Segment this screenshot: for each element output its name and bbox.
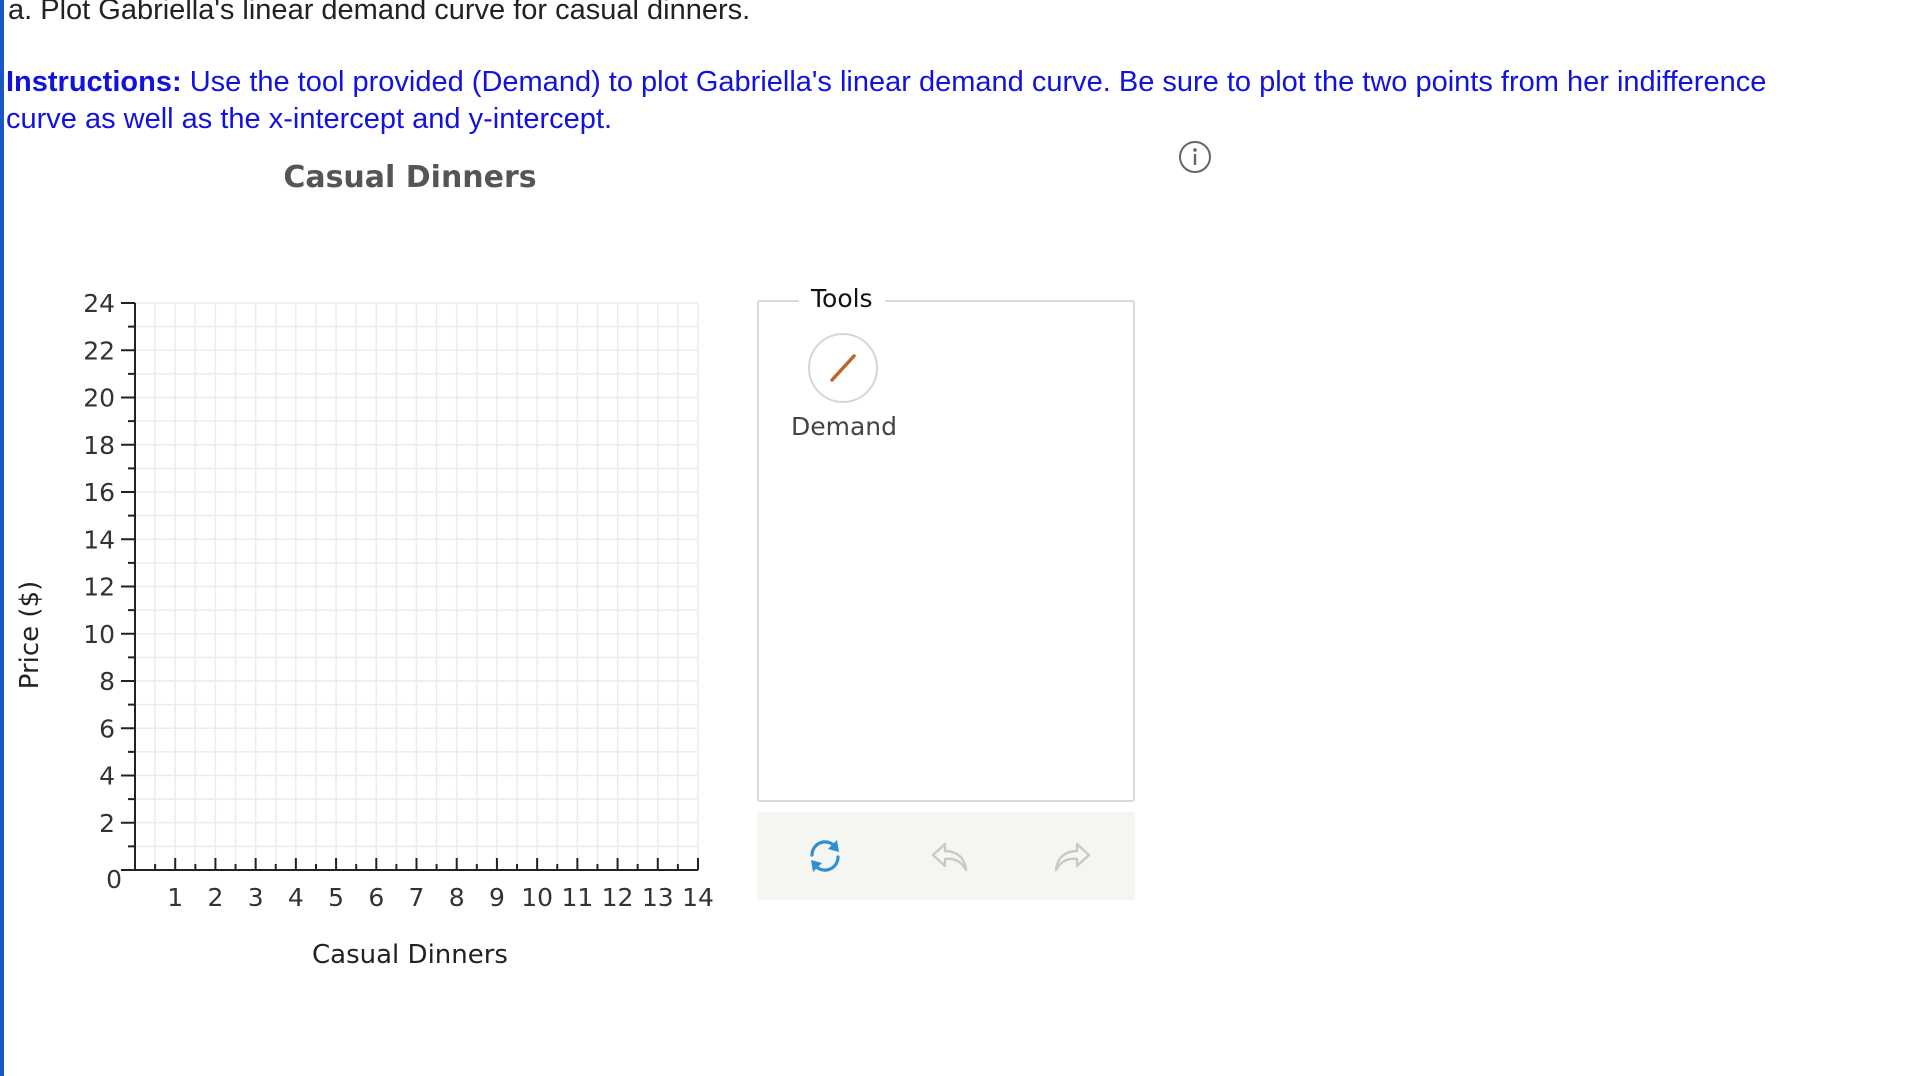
y-axis-label: Price ($) <box>15 580 45 690</box>
y-tick-label: 0 <box>106 865 122 894</box>
question-text: a. Plot Gabriella's linear demand curve … <box>8 0 751 26</box>
x-tick-label: 2 <box>207 883 223 910</box>
y-axis-label-box: Price ($) <box>10 580 50 700</box>
demand-tool-label: Demand <box>790 412 898 441</box>
y-tick-label: 14 <box>83 525 115 554</box>
y-tick-label: 6 <box>99 714 115 743</box>
instructions: Instructions: Use the tool provided (Dem… <box>6 64 1796 138</box>
x-tick-label: 11 <box>561 883 593 910</box>
y-tick-label: 24 <box>83 289 115 318</box>
x-axis-label: Casual Dinners <box>312 940 508 970</box>
y-tick-label: 20 <box>83 384 115 413</box>
instructions-text: Use the tool provided (Demand) to plot G… <box>6 66 1767 135</box>
x-tick-label: 5 <box>328 883 344 910</box>
reset-button[interactable] <box>801 832 849 880</box>
y-tick-label: 12 <box>83 573 115 602</box>
refresh-icon <box>810 840 840 872</box>
y-tick-label: 10 <box>83 620 115 649</box>
x-tick-label: 8 <box>449 883 465 910</box>
x-tick-label: 14 <box>682 883 714 910</box>
instructions-label: Instructions: <box>6 66 182 98</box>
y-tick-label: 22 <box>83 336 115 365</box>
undo-icon <box>931 842 968 872</box>
y-tick-label: 4 <box>99 762 115 791</box>
y-tick-label: 2 <box>99 809 115 838</box>
x-tick-label: 13 <box>642 883 674 910</box>
tools-legend: Tools <box>799 284 885 313</box>
x-tick-label: 10 <box>521 883 553 910</box>
tools-panel: Tools Demand <box>757 284 1135 802</box>
redo-button[interactable] <box>1049 832 1097 880</box>
y-tick-label: 8 <box>99 667 115 696</box>
y-tick-label: 18 <box>83 431 115 460</box>
action-bar <box>757 812 1135 900</box>
undo-button[interactable] <box>925 832 973 880</box>
x-tick-label: 1 <box>167 883 183 910</box>
x-tick-label: 4 <box>288 883 304 910</box>
x-tick-label: 3 <box>248 883 264 910</box>
info-icon[interactable] <box>1178 140 1212 174</box>
x-tick-label: 9 <box>489 883 505 910</box>
x-tick-label: 7 <box>409 883 425 910</box>
demand-tool-button[interactable] <box>808 333 878 403</box>
redo-icon <box>1054 842 1091 872</box>
y-tick-label: 16 <box>83 478 115 507</box>
x-tick-label: 6 <box>368 883 384 910</box>
line-tool-icon <box>830 354 856 382</box>
x-tick-label: 12 <box>602 883 634 910</box>
demand-chart[interactable]: 0246810121416182022241 2 3 4 5 6 7 8 9 10 11 12 13 14 <box>0 270 740 910</box>
chart-title: Casual Dinners <box>283 160 537 195</box>
